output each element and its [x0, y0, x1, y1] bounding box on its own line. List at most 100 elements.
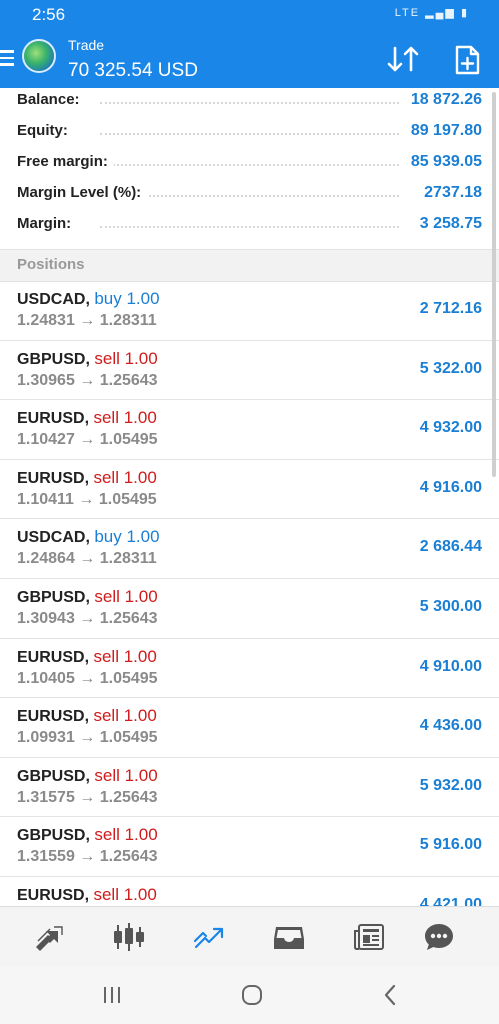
summary-label: Margin Level (%): [17, 184, 148, 201]
position-type: sell 1.00 [93, 706, 157, 726]
dotted-leader [100, 226, 399, 228]
position-symbol: EURUSD, [17, 886, 90, 904]
position-prices: 1.10405 → 1.05495 [17, 669, 158, 687]
position-profit: 4 932.00 [419, 419, 482, 437]
position-type: sell 1.00 [93, 884, 157, 904]
position-prices: 1.24831 → 1.28311 [17, 312, 157, 329]
trade-icon[interactable] [192, 921, 226, 953]
scrollbar[interactable] [492, 92, 496, 477]
position-symbol: GBPUSD, [17, 350, 90, 368]
position-profit: 5 322.00 [419, 359, 482, 377]
chat-icon[interactable] [422, 921, 456, 953]
position-symbol: EURUSD, [17, 708, 90, 726]
summary-value: 2737.18 [418, 184, 482, 202]
position-row[interactable]: USDCAD, buy 1.00 1.24864 → 1.28311 2 686… [0, 519, 499, 579]
position-profit: 5 932.00 [419, 776, 482, 794]
position-type: sell 1.00 [94, 586, 158, 606]
position-title: USDCAD, buy 1.00 [17, 289, 160, 309]
history-icon[interactable] [272, 921, 306, 953]
recent-apps-icon[interactable] [97, 982, 127, 1008]
position-title: GBPUSD, sell 1.00 [17, 766, 158, 786]
summary-label: Free margin: [17, 153, 114, 170]
position-profit: 4 436.00 [419, 717, 482, 735]
position-type: sell 1.00 [93, 408, 157, 428]
back-icon[interactable] [376, 982, 406, 1008]
positions-list: USDCAD, buy 1.00 1.24831 → 1.28311 2 712… [0, 281, 499, 906]
account-profit-total: 70 325.54 USD [68, 60, 198, 81]
system-nav-bar [0, 966, 499, 1024]
position-symbol: EURUSD, [17, 410, 90, 428]
position-title: EURUSD, sell 1.00 [17, 468, 157, 488]
network-status: LTE ▂▄▆ ▮ [395, 6, 469, 19]
position-type: sell 1.00 [93, 467, 157, 487]
position-row[interactable]: USDCAD, buy 1.00 1.24831 → 1.28311 2 712… [0, 281, 499, 341]
home-icon[interactable] [237, 982, 267, 1008]
position-title: USDCAD, buy 1.00 [17, 527, 160, 547]
summary-label: Equity: [17, 122, 74, 139]
positions-section-header: Positions [0, 249, 499, 282]
position-type: sell 1.00 [94, 348, 158, 368]
dotted-leader [100, 133, 399, 135]
position-prices: 1.10427 → 1.05495 [17, 431, 158, 449]
position-type: sell 1.00 [93, 646, 157, 666]
position-symbol: EURUSD, [17, 469, 90, 487]
position-prices: 1.30943 → 1.25643 [17, 609, 158, 627]
position-profit: 2 712.16 [419, 300, 482, 317]
summary-value: 3 258.75 [413, 215, 482, 233]
position-profit: 5 916.00 [419, 836, 482, 854]
summary-value: 89 197.80 [404, 122, 482, 140]
position-symbol: GBPUSD, [17, 588, 90, 606]
network-type-label: LTE [394, 7, 421, 19]
dotted-leader [100, 164, 399, 166]
position-prices: 1.10411 → 1.05495 [17, 490, 157, 508]
position-row[interactable]: EURUSD, sell 1.00 4 421.00 [0, 877, 499, 906]
position-title: EURUSD, sell 1.00 [17, 408, 157, 428]
position-profit: 5 300.00 [419, 597, 482, 615]
page-title: Trade [68, 37, 105, 53]
position-profit: 2 686.44 [419, 538, 482, 556]
position-prices: 1.30965 → 1.25643 [17, 371, 158, 389]
position-row[interactable]: GBPUSD, sell 1.00 1.30965 → 1.25643 5 32… [0, 341, 499, 401]
signal-icon: ▂▄▆ [425, 7, 456, 19]
position-row[interactable]: EURUSD, sell 1.00 1.10405 → 1.05495 4 91… [0, 639, 499, 699]
position-prices: 1.24864 → 1.28311 [17, 550, 157, 568]
position-prices: 1.31559 → 1.25643 [17, 848, 158, 866]
position-row[interactable]: GBPUSD, sell 1.00 1.30943 → 1.25643 5 30… [0, 579, 499, 639]
position-title: EURUSD, sell 1.00 [17, 706, 157, 726]
status-time: 2:56 [32, 5, 66, 24]
position-type: sell 1.00 [94, 825, 158, 845]
position-row[interactable]: EURUSD, sell 1.00 1.09931 → 1.05495 4 43… [0, 698, 499, 758]
app-bar: Trade 70 325.54 USD [0, 30, 499, 88]
quotes-icon[interactable] [32, 921, 66, 953]
position-symbol: GBPUSD, [17, 767, 90, 785]
summary-value: 85 939.05 [404, 153, 482, 171]
status-bar: 2:56 LTE ▂▄▆ ▮ [0, 0, 499, 30]
position-title: EURUSD, sell 1.00 [17, 647, 157, 667]
summary-row-free-margin: Free margin: 85 939.05 [0, 150, 499, 181]
summary-label: Margin: [17, 215, 78, 232]
position-profit: 4 421.00 [419, 895, 482, 906]
positions-header-label: Positions [17, 256, 85, 273]
position-row[interactable]: GBPUSD, sell 1.00 1.31559 → 1.25643 5 91… [0, 817, 499, 877]
position-symbol: USDCAD, [17, 529, 90, 547]
position-title: EURUSD, sell 1.00 [17, 885, 157, 905]
account-summary: Balance: 18 872.26 Equity: 89 197.80 Fre… [0, 88, 499, 243]
summary-label: Balance: [17, 91, 86, 108]
summary-row-margin-level: Margin Level (%): 2737.18 [0, 181, 499, 212]
position-row[interactable]: EURUSD, sell 1.00 1.10411 → 1.05495 4 91… [0, 460, 499, 520]
position-profit: 4 910.00 [419, 657, 482, 675]
new-order-icon[interactable] [452, 44, 482, 76]
position-row[interactable]: EURUSD, sell 1.00 1.10427 → 1.05495 4 93… [0, 400, 499, 460]
position-title: GBPUSD, sell 1.00 [17, 349, 158, 369]
summary-row-equity: Equity: 89 197.80 [0, 119, 499, 150]
news-icon[interactable] [352, 921, 386, 953]
summary-row-margin: Margin: 3 258.75 [0, 212, 499, 243]
summary-row-balance: Balance: 18 872.26 [0, 88, 499, 119]
dotted-leader [100, 102, 399, 104]
menu-icon[interactable] [0, 50, 14, 66]
chart-icon[interactable] [112, 921, 146, 953]
battery-icon: ▮ [460, 7, 469, 19]
sort-icon[interactable] [386, 44, 422, 74]
position-prices: 1.31575 → 1.25643 [17, 788, 158, 806]
position-row[interactable]: GBPUSD, sell 1.00 1.31575 → 1.25643 5 93… [0, 758, 499, 818]
